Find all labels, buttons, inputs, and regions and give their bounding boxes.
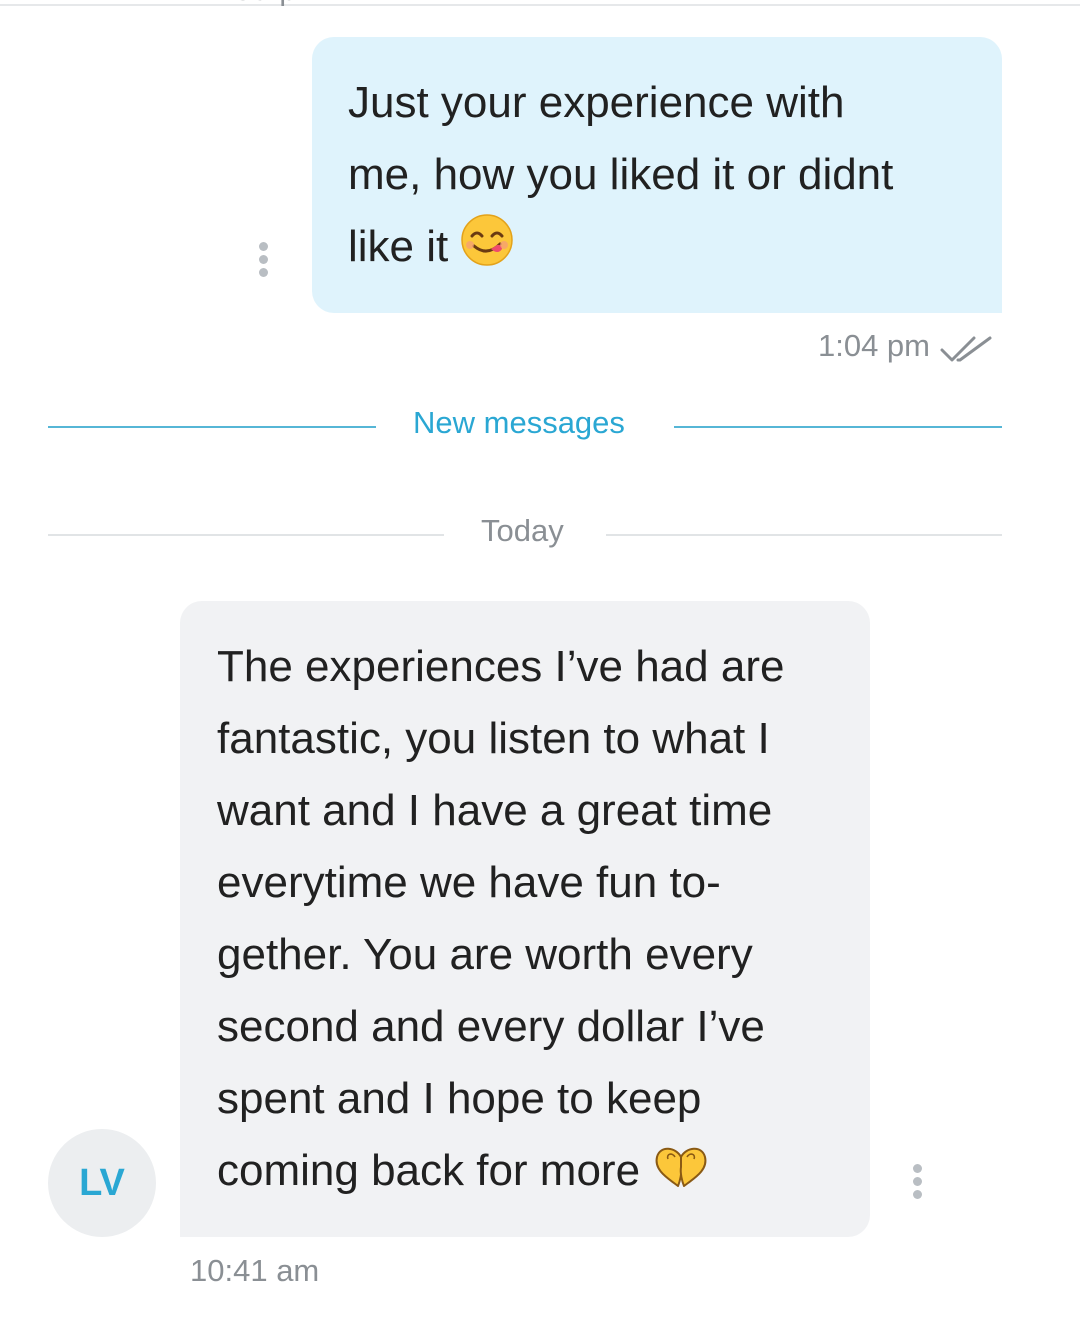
- new-messages-label: New messages: [413, 405, 625, 440]
- day-divider-left: [48, 534, 444, 536]
- message-line: Just your experience with: [348, 78, 845, 127]
- previous-message-timestamp: 12:59 pm: [190, 0, 323, 8]
- message-line: like it: [348, 222, 449, 271]
- day-divider-label: Today: [481, 513, 564, 548]
- message-line: want and I have a great time: [217, 786, 773, 835]
- message-options-icon[interactable]: [249, 240, 279, 288]
- top-divider: [0, 4, 1080, 6]
- message-line: The experiences I’ve had are: [217, 642, 785, 691]
- message-line: fantastic, you listen to what I: [217, 714, 770, 763]
- face-savoring-food-icon: [460, 213, 514, 289]
- message-line: gether. You are worth every: [217, 930, 753, 979]
- day-divider-right: [606, 534, 1002, 536]
- message-line: second and every dollar I’ve: [217, 1002, 765, 1051]
- message-line: me, how you liked it or didnt: [348, 150, 894, 199]
- new-messages-divider-left: [48, 426, 376, 428]
- outgoing-message-bubble[interactable]: Just your experience with me, how you li…: [312, 37, 1002, 313]
- chat-screen: 12:59 pm Just your experience with me, h…: [0, 0, 1080, 1328]
- incoming-message-bubble[interactable]: The experiences I’ve had are fantastic, …: [180, 601, 870, 1237]
- incoming-message-timestamp: 10:41 am: [190, 1253, 320, 1288]
- heart-hands-icon: [652, 1139, 710, 1211]
- message-options-icon[interactable]: [903, 1162, 933, 1210]
- message-line: spent and I hope to keep: [217, 1074, 702, 1123]
- message-line: everytime we have fun to-: [217, 858, 721, 907]
- sender-avatar[interactable]: LV: [48, 1129, 156, 1237]
- outgoing-message-timestamp: 1:04 pm: [817, 328, 930, 363]
- new-messages-divider-right: [674, 426, 1002, 428]
- double-check-icon: [940, 334, 994, 366]
- message-line: coming back for more: [217, 1146, 641, 1195]
